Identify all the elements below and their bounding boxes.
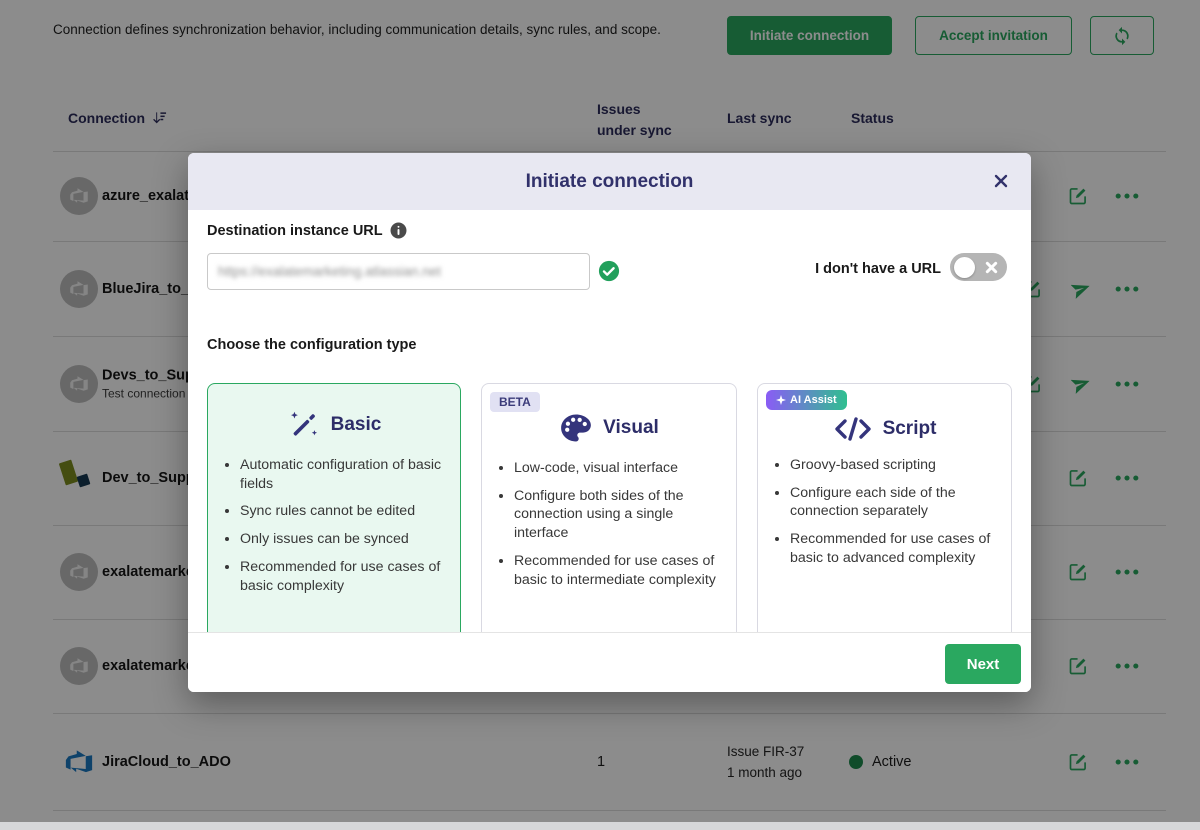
next-button[interactable]: Next	[945, 644, 1021, 684]
no-url-label: I don't have a URL	[815, 261, 941, 277]
basic-bullets: Automatic configuration of basic fields …	[222, 456, 448, 595]
script-bullets: Groovy-based scripting Configure each si…	[772, 456, 999, 568]
modal-title: Initiate connection	[188, 153, 1031, 210]
toggle-knob	[954, 257, 975, 278]
modal-header: Initiate connection	[188, 153, 1031, 210]
config-card-script[interactable]: AI Assist Script Groovy-based scripting …	[757, 383, 1012, 633]
ai-assist-badge: AI Assist	[766, 390, 847, 410]
destination-url-input[interactable]: https://exalatemarketing.atlassian.net	[207, 253, 590, 290]
bottom-strip	[0, 822, 1200, 830]
no-url-toggle[interactable]	[950, 253, 1007, 281]
valid-check-icon	[598, 260, 620, 282]
config-card-visual[interactable]: BETA Visual Low-code, visual interface C…	[481, 383, 737, 633]
initiate-connection-modal: Initiate connection Destination instance…	[188, 153, 1031, 692]
config-card-basic[interactable]: Basic Automatic configuration of basic f…	[207, 383, 461, 633]
palette-icon	[559, 411, 593, 445]
toggle-x-icon	[985, 261, 998, 274]
modal-footer: Next	[188, 632, 1031, 692]
magic-wand-icon	[287, 408, 321, 442]
choose-config-label: Choose the configuration type	[207, 337, 416, 353]
code-icon	[833, 416, 873, 442]
visual-bullets: Low-code, visual interface Configure bot…	[496, 459, 724, 589]
sparkle-icon	[776, 395, 786, 405]
config-card-list: Basic Automatic configuration of basic f…	[207, 383, 1013, 633]
beta-badge: BETA	[490, 392, 540, 412]
destination-url-value: https://exalatemarketing.atlassian.net	[218, 264, 441, 279]
info-icon[interactable]	[390, 222, 407, 239]
destination-url-label: Destination instance URL	[207, 222, 407, 239]
connections-page: Connection defines synchronization behav…	[0, 0, 1200, 830]
close-icon[interactable]	[987, 167, 1015, 195]
